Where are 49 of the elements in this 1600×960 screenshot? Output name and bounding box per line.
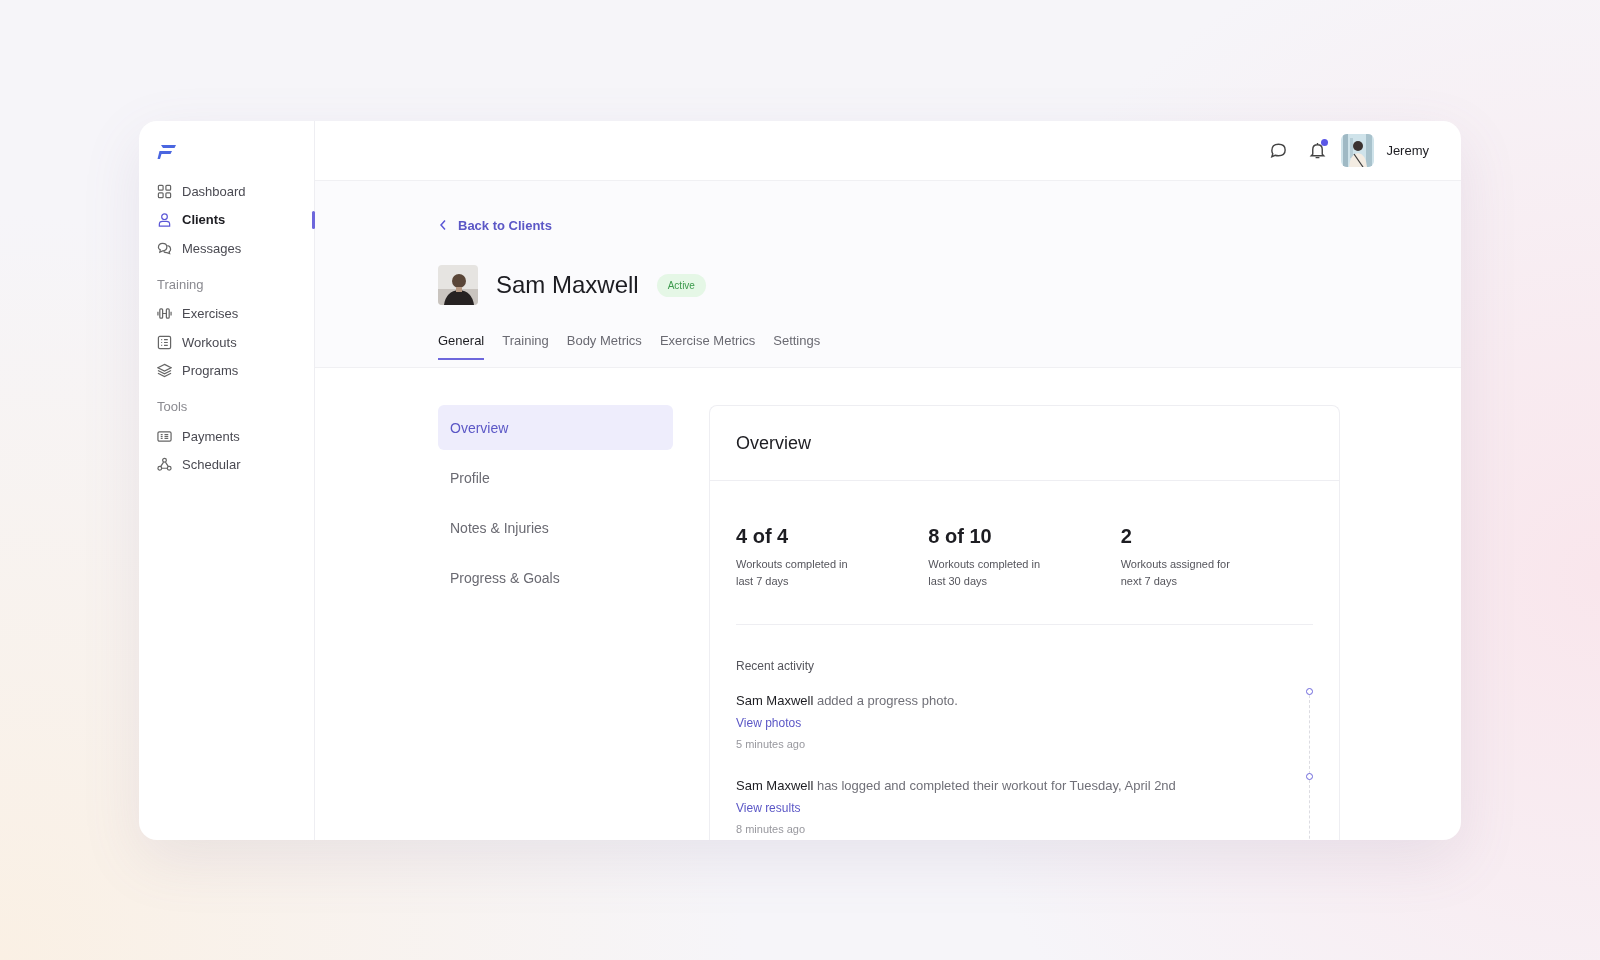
activity-time: 5 minutes ago [736, 738, 807, 750]
stat-label: Workouts completed in last 7 days [736, 557, 849, 589]
section-heading: Recent activity [736, 659, 816, 673]
stat-value: 2 [1120, 525, 1133, 548]
tab[interactable]: Exercise Metrics [659, 333, 756, 360]
chat-icon[interactable] [1269, 141, 1289, 160]
stat-value: 4 of 4 [736, 525, 790, 548]
list-icon [157, 334, 172, 350]
person-icon [157, 212, 172, 228]
nav-item[interactable]: Messages [157, 234, 314, 263]
nav-item[interactable]: Workouts [157, 328, 314, 357]
section-heading: Training [157, 275, 205, 294]
menu-item[interactable]: Profile [438, 455, 673, 500]
panel-title: Overview [736, 432, 811, 454]
layers-icon [157, 363, 172, 379]
nav-item[interactable]: Clients [157, 205, 314, 234]
tab[interactable]: Body Metrics [566, 333, 642, 360]
back-link[interactable]: Back to Clients [438, 217, 552, 233]
stat-value: 8 of 10 [928, 525, 993, 548]
dumbbell-icon [157, 306, 172, 322]
nav-item[interactable]: Payments [157, 422, 314, 451]
activity-text: Sam Maxwell added a progress photo. [736, 693, 958, 708]
card-icon [157, 428, 172, 444]
user-name[interactable]: Jeremy [1386, 143, 1429, 158]
activity-text: Sam Maxwell has logged and completed their workout for Tuesday, April 2nd [736, 778, 1176, 793]
client-name: Sam Maxwell [496, 271, 639, 299]
active-indicator [312, 210, 315, 229]
tab[interactable]: Settings [773, 333, 821, 360]
nav-item[interactable]: Dashboard [157, 177, 314, 206]
nav-item[interactable]: Exercises [157, 299, 314, 328]
menu-item[interactable]: Overview [438, 405, 673, 450]
tab[interactable]: General [438, 333, 485, 360]
nav-item[interactable]: Programs [157, 356, 314, 385]
grid-icon [157, 183, 172, 199]
tab[interactable]: Training [502, 333, 549, 360]
status-label: Active [656, 273, 706, 297]
nav-item[interactable]: Schedular [157, 450, 314, 479]
nodes-icon [157, 457, 172, 473]
activity-link[interactable]: View results [736, 801, 1176, 815]
menu-item[interactable]: Notes & Injuries [438, 505, 673, 550]
section-heading: Tools [157, 398, 189, 416]
activity-time: 8 minutes ago [736, 823, 807, 835]
chat-icon [157, 240, 172, 256]
stat-label: Workouts assigned for next 7 days [1120, 557, 1231, 589]
menu-item[interactable]: Progress & Goals [438, 555, 673, 600]
stat-label: Workouts completed in last 30 days [928, 557, 1041, 589]
chevron-left-icon [438, 219, 448, 231]
activity-link[interactable]: View photos [736, 716, 958, 730]
logo-icon [157, 143, 177, 159]
